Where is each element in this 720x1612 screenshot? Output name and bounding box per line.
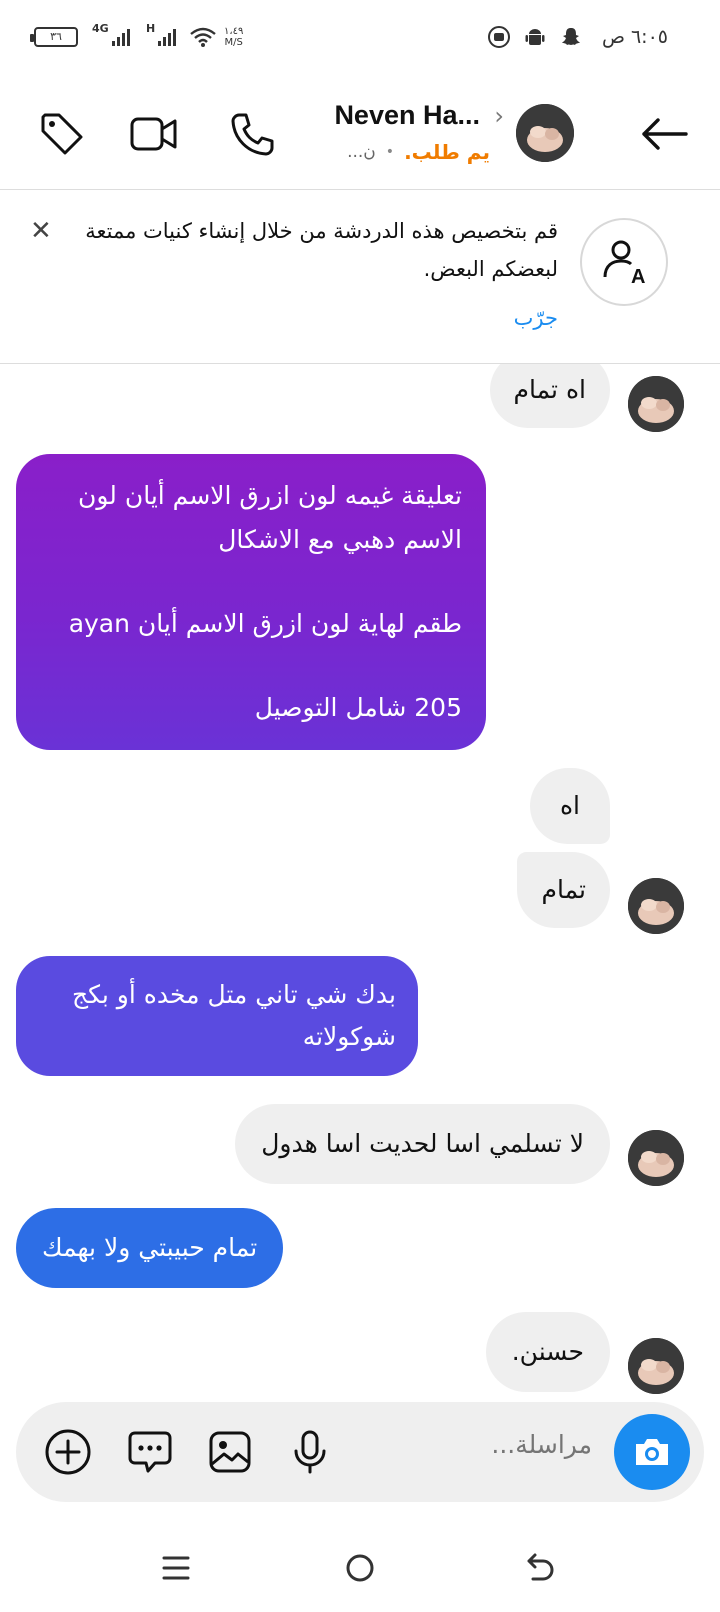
network-label-1: 4G [92, 22, 109, 35]
sender-avatar[interactable] [628, 878, 684, 934]
gallery-icon [209, 1431, 251, 1473]
wifi-icon [190, 27, 216, 47]
tag-button[interactable] [36, 108, 88, 160]
contact-avatar[interactable] [516, 104, 574, 162]
battery-level: ٣٦ [50, 30, 62, 43]
gallery-button[interactable] [204, 1426, 256, 1478]
svg-text:A: A [631, 266, 645, 287]
message-bubble[interactable]: تعليقة غيمه لون ازرق الاسم أيان لون الاس… [16, 454, 486, 750]
status-right: ٦:٠٥ ص [487, 26, 668, 48]
sticker-icon [128, 1431, 172, 1473]
message-list[interactable]: اه تمام تعليقة غيمه لون ازرق الاسم أيان … [0, 364, 720, 1400]
message-line: تعليقة غيمه لون ازرق الاسم أيان لون الاس… [78, 481, 462, 554]
message-request-label: يم طلب. [404, 140, 490, 164]
voice-message-button[interactable] [284, 1426, 336, 1478]
separator-dot: • [385, 144, 395, 160]
contact-status: ن... [347, 142, 376, 162]
message-line: 205 شامل التوصيل [254, 693, 462, 722]
status-left: ٣٦ 4G H ١،٤٩ M/S [30, 22, 243, 48]
message-input[interactable] [372, 1430, 592, 1459]
home-button[interactable] [332, 1540, 388, 1596]
camera-button[interactable] [614, 1414, 690, 1490]
message-bubble[interactable]: اه [529, 768, 610, 844]
message-bubble[interactable]: تمام [517, 852, 610, 928]
status-bar: ٣٦ 4G H ١،٤٩ M/S ٦:٠٥ ص [0, 0, 720, 78]
back-nav-icon [527, 1553, 554, 1581]
signal-4g-icon: 4G [92, 22, 130, 46]
sticker-button[interactable] [124, 1426, 176, 1478]
phone-icon [231, 113, 274, 156]
back-nav-button[interactable] [512, 1540, 568, 1596]
message-line: طقم لهاية لون ازرق الاسم أيان ayan [68, 609, 462, 638]
net-speed-value: ١،٤٩ [224, 26, 244, 37]
camera-icon [636, 1439, 668, 1465]
snapchat-icon [561, 28, 580, 45]
message-bubble[interactable]: بدك شي تاني متل مخده أو بكج شوكولاته [16, 956, 418, 1076]
battery-icon: ٣٦ [30, 27, 78, 47]
message-bubble[interactable]: حسنن. [485, 1312, 610, 1392]
nickname-icon: A [580, 218, 668, 306]
voice-call-button[interactable] [226, 108, 278, 160]
close-icon[interactable]: ✕ [30, 216, 52, 246]
signal-h-icon: H [146, 22, 176, 46]
more-button[interactable] [42, 1426, 94, 1478]
tag-icon [41, 113, 83, 155]
message-bubble[interactable]: تمام حبيبتي ولا بهمك [16, 1208, 284, 1288]
net-speed: ١،٤٩ M/S [224, 26, 243, 48]
video-call-button[interactable] [128, 108, 180, 160]
menu-icon [162, 1556, 190, 1580]
contact-subtitle: يم طلب. • ن... [347, 140, 490, 164]
home-icon [346, 1554, 374, 1582]
contact-name[interactable]: Neven Ha... [334, 100, 480, 131]
try-link[interactable]: جرّب [514, 306, 558, 330]
video-icon [130, 117, 177, 151]
back-button[interactable] [638, 108, 690, 160]
system-nav-bar [0, 1520, 720, 1612]
sender-avatar[interactable] [628, 1130, 684, 1186]
message-bubble[interactable]: اه تمام [489, 364, 610, 428]
message-bubble[interactable]: لا تسلمي اسا لحديت اسا هدول [235, 1104, 610, 1184]
sender-avatar[interactable] [628, 376, 684, 432]
banner-text: قم بتخصيص هذه الدردشة من خلال إنشاء كنيا… [85, 219, 558, 281]
nickname-banner: A قم بتخصيص هذه الدردشة من خلال إنشاء كن… [0, 190, 720, 364]
back-arrow-icon [642, 118, 688, 150]
mic-icon [294, 1430, 326, 1474]
chevron-right-icon: › [494, 102, 504, 130]
plus-icon [45, 1429, 91, 1475]
android-icon [525, 29, 545, 45]
sender-avatar[interactable] [628, 1338, 684, 1394]
chat-header: › Neven Ha... يم طلب. • ن... [0, 78, 720, 190]
network-label-2: H [146, 22, 156, 35]
recents-button[interactable] [148, 1540, 204, 1596]
net-speed-unit: M/S [224, 37, 243, 48]
screen-record-icon [487, 26, 510, 48]
message-composer [16, 1402, 704, 1502]
clock: ٦:٠٥ ص [601, 26, 668, 48]
